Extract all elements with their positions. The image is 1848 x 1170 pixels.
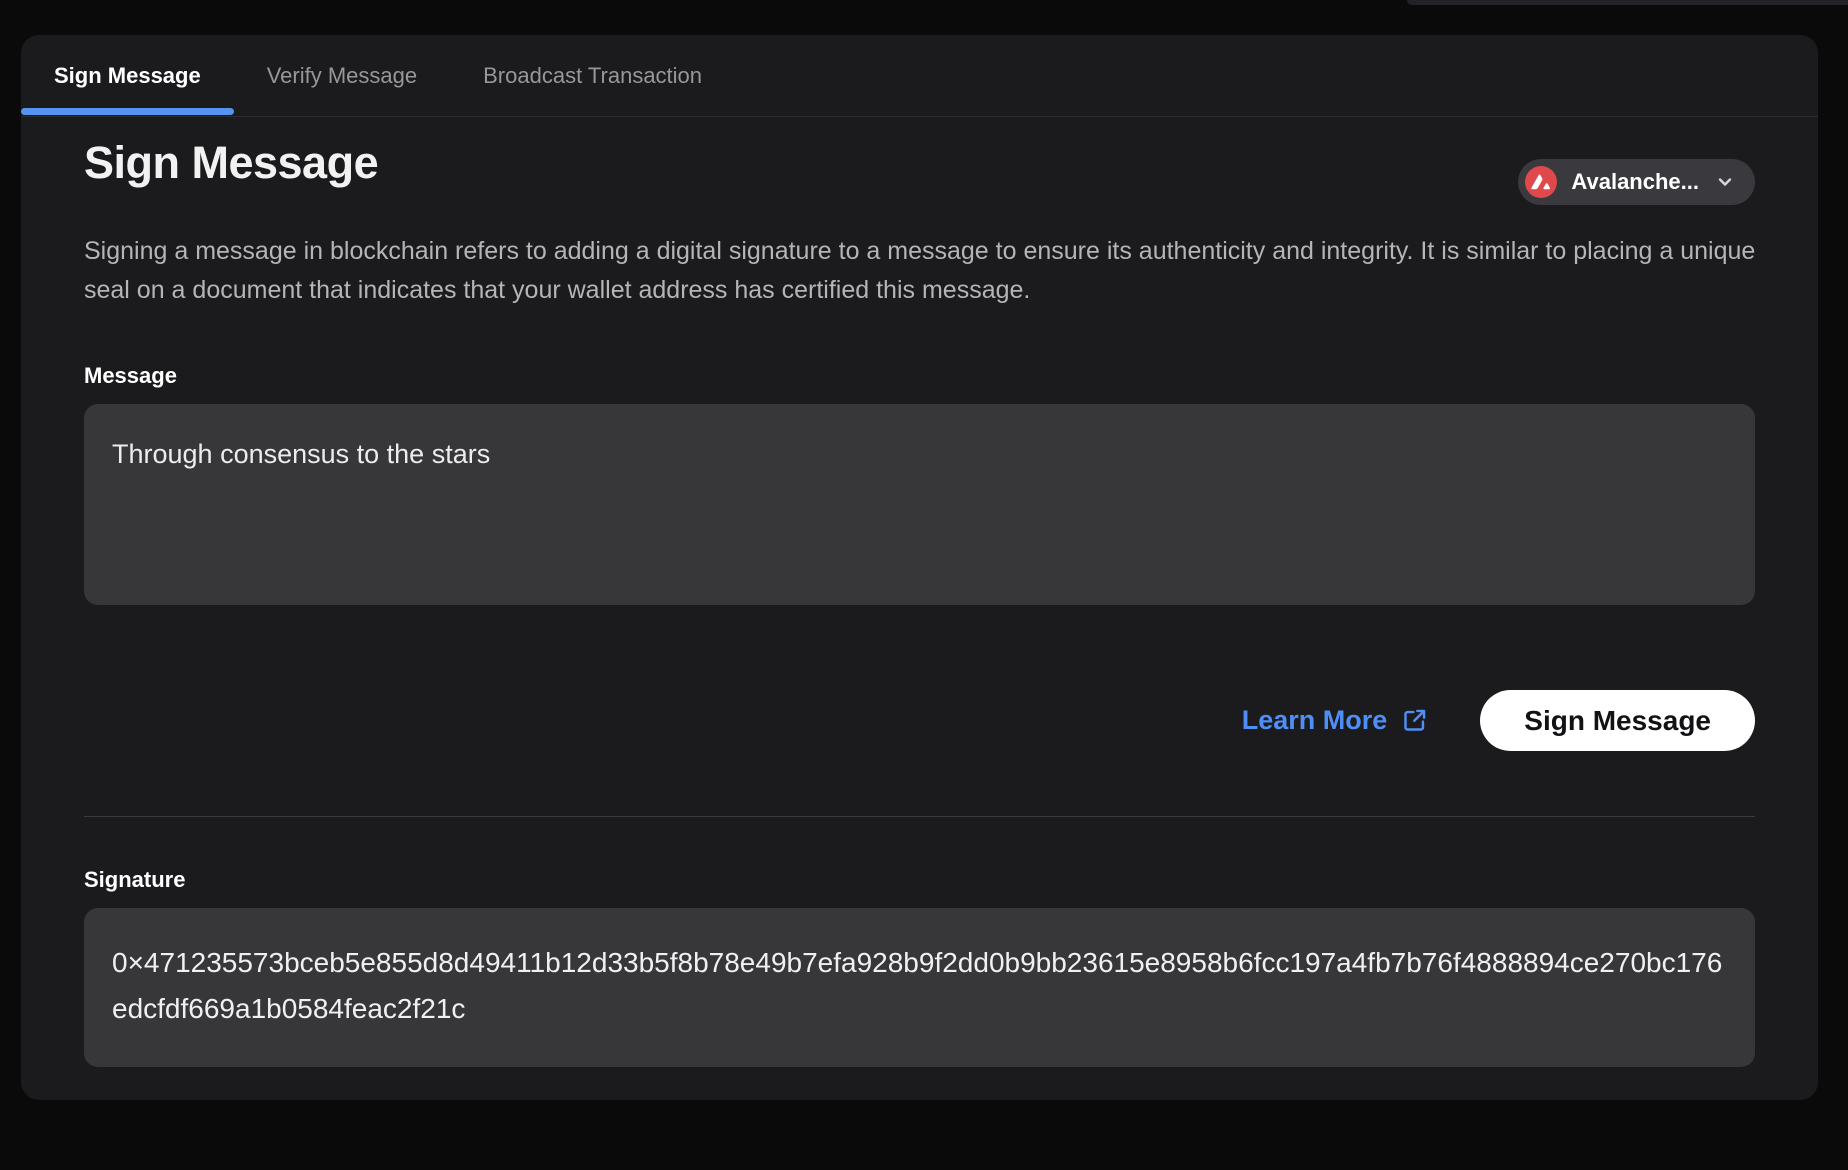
top-edge-panel-fragment bbox=[1407, 0, 1848, 5]
tab-sign-message-label: Sign Message bbox=[54, 63, 201, 89]
tab-verify-message[interactable]: Verify Message bbox=[234, 35, 450, 116]
chevron-down-icon bbox=[1715, 172, 1735, 192]
active-tab-indicator bbox=[21, 108, 234, 115]
header-row: Sign Message Avalanche... bbox=[84, 135, 1755, 205]
signature-label: Signature bbox=[84, 867, 1755, 893]
signature-value: 0×471235573bceb5e855d8d49411b12d33b5f8b7… bbox=[84, 908, 1755, 1067]
external-link-icon bbox=[1401, 707, 1428, 734]
message-label: Message bbox=[84, 363, 1755, 389]
message-input[interactable]: Through consensus to the stars bbox=[84, 404, 1755, 605]
sign-message-card: Sign Message Verify Message Broadcast Tr… bbox=[21, 35, 1818, 1100]
network-selector-button[interactable]: Avalanche... bbox=[1518, 159, 1755, 205]
learn-more-label: Learn More bbox=[1242, 705, 1388, 736]
sign-message-button[interactable]: Sign Message bbox=[1480, 690, 1755, 751]
tab-sign-message[interactable]: Sign Message bbox=[21, 35, 234, 116]
tab-verify-message-label: Verify Message bbox=[267, 63, 417, 89]
avalanche-logo-icon bbox=[1525, 166, 1557, 198]
learn-more-link[interactable]: Learn More bbox=[1242, 705, 1429, 736]
section-divider bbox=[84, 816, 1755, 817]
network-name-label: Avalanche... bbox=[1571, 169, 1699, 195]
tab-broadcast-transaction-label: Broadcast Transaction bbox=[483, 63, 702, 89]
tab-bar: Sign Message Verify Message Broadcast Tr… bbox=[21, 35, 1818, 117]
actions-row: Learn More Sign Message bbox=[84, 690, 1755, 751]
tab-broadcast-transaction[interactable]: Broadcast Transaction bbox=[450, 35, 735, 116]
page-title: Sign Message bbox=[84, 135, 378, 191]
description-text: Signing a message in blockchain refers t… bbox=[84, 232, 1760, 310]
